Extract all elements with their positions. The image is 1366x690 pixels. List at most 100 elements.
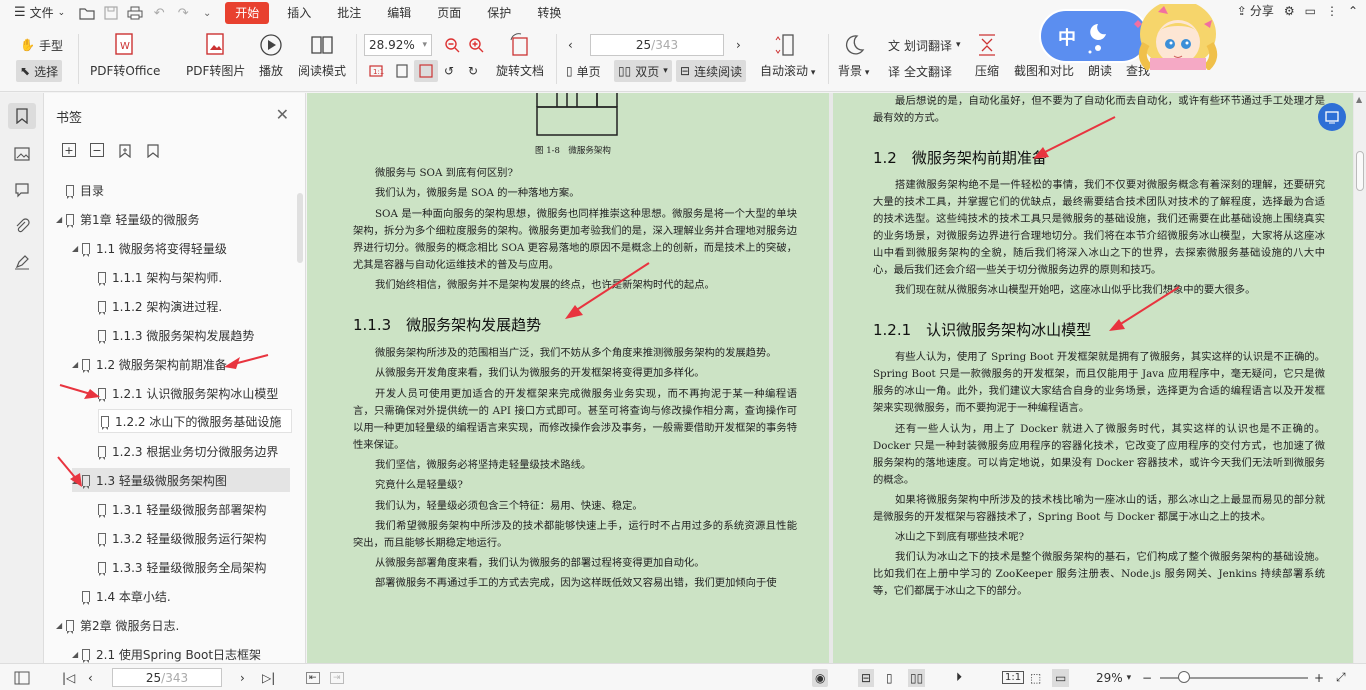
menu-tab-annotate[interactable]: 批注 bbox=[327, 2, 371, 24]
menu-tab-start[interactable]: 开始 bbox=[225, 2, 270, 24]
bookmark-item[interactable]: 1.1.1 架构与架构师. bbox=[88, 265, 294, 289]
menu-tab-page[interactable]: 页面 bbox=[427, 2, 471, 24]
scrollbar-thumb[interactable] bbox=[1356, 151, 1364, 191]
collapse-all-icon[interactable]: − bbox=[90, 143, 104, 157]
zoom-percent-select[interactable]: 29% ▾ bbox=[1096, 664, 1131, 690]
back-button[interactable]: ⇤ bbox=[306, 664, 320, 690]
bookmark-item[interactable]: 目录 bbox=[56, 178, 294, 202]
rotate-right-button[interactable]: ↻ bbox=[464, 60, 482, 82]
full-translate-button[interactable]: 译全文翻译 bbox=[884, 60, 956, 82]
play-button[interactable]: 播放 bbox=[258, 32, 284, 79]
first-page-button[interactable]: |◁ bbox=[62, 664, 75, 690]
rotate-left-button[interactable]: ↺ bbox=[440, 60, 458, 82]
collapse-triangle-icon[interactable]: ◢ bbox=[72, 244, 82, 253]
actual-size-status-button[interactable]: 1:1 bbox=[1002, 664, 1025, 690]
bookmark-panel-tab[interactable] bbox=[8, 103, 36, 129]
hand-tool-button[interactable]: ✋ 手型 bbox=[16, 34, 67, 56]
collapse-triangle-icon[interactable]: ◢ bbox=[72, 360, 82, 369]
thumbnail-panel-tab[interactable] bbox=[8, 141, 36, 167]
compress-button[interactable]: 压缩 bbox=[974, 32, 1000, 79]
floating-tool-button[interactable] bbox=[1318, 103, 1346, 131]
zoom-out-button[interactable]: − bbox=[1142, 664, 1152, 690]
vertical-scrollbar[interactable]: ▲ bbox=[1354, 93, 1366, 663]
read-mode-button[interactable]: 阅读模式 bbox=[298, 32, 346, 79]
next-page-button[interactable]: › bbox=[732, 34, 745, 56]
double-page-button[interactable]: ▯▯ 双页 ▾ bbox=[614, 60, 672, 82]
collapse-triangle-icon[interactable]: ◢ bbox=[72, 476, 82, 485]
bookmark-item[interactable]: 1.1.3 微服务架构发展趋势 bbox=[88, 323, 294, 347]
page-number-input[interactable]: 25/343 bbox=[590, 34, 724, 56]
print-icon[interactable] bbox=[123, 2, 147, 24]
collapse-ribbon-icon[interactable]: ⌃ bbox=[1348, 4, 1358, 18]
menu-tab-protect[interactable]: 保护 bbox=[477, 2, 521, 24]
fullscreen-button[interactable]: ⤢ bbox=[1336, 664, 1346, 690]
select-tool-button[interactable]: ⬉ 选择 bbox=[16, 60, 63, 82]
rotate-document-button[interactable]: 旋转文档 bbox=[496, 32, 544, 79]
single-page-button[interactable]: ▯ 单页 bbox=[562, 60, 605, 82]
bookmark-item[interactable]: ◢ 2.1 使用Spring Boot日志框架 bbox=[72, 642, 294, 663]
zoom-select[interactable]: 28.92% ▾ bbox=[364, 34, 432, 56]
menu-tab-insert[interactable]: 插入 bbox=[277, 2, 321, 24]
open-folder-icon[interactable] bbox=[75, 2, 99, 24]
zoom-out-button[interactable] bbox=[440, 34, 464, 56]
redo-icon[interactable]: ↷ bbox=[171, 2, 195, 24]
file-menu[interactable]: ☰ 文件 ⌄ bbox=[0, 2, 75, 24]
input-method-mascot-widget[interactable]: 中 bbox=[1038, 0, 1222, 72]
zoom-slider[interactable] bbox=[1160, 664, 1308, 690]
pdf-to-office-button[interactable]: W PDF转Office bbox=[90, 32, 160, 79]
single-mode-button[interactable]: ▯ bbox=[886, 664, 893, 690]
bookmark-item[interactable]: ◢ 1.2 微服务架构前期准备 bbox=[72, 352, 294, 376]
bookmark-item-selected[interactable]: ◢ 1.3 轻量级微服务架构图 bbox=[72, 468, 290, 492]
double-mode-button[interactable]: ▯▯ bbox=[908, 664, 926, 690]
more-vertical-icon[interactable]: ⋮ bbox=[1326, 4, 1338, 18]
actual-size-button[interactable]: 1:1 bbox=[364, 60, 388, 82]
bookmark-item-hovered[interactable]: 1.2.2 冰山下的微服务基础设施 bbox=[98, 409, 292, 433]
fit-width-button[interactable] bbox=[414, 60, 438, 82]
forward-button[interactable]: ⇥ bbox=[330, 664, 344, 690]
prev-page-button[interactable]: ‹ bbox=[564, 34, 577, 56]
background-button[interactable]: 背景 ▾ bbox=[838, 32, 869, 79]
eye-protection-button[interactable]: ◉ bbox=[812, 664, 829, 690]
last-page-button[interactable]: ▷| bbox=[262, 664, 275, 690]
more-chevron-icon[interactable]: ⌄ bbox=[195, 2, 219, 24]
chat-icon[interactable]: ▭ bbox=[1305, 4, 1316, 18]
signature-panel-tab[interactable] bbox=[8, 249, 36, 275]
zoom-slider-thumb[interactable] bbox=[1178, 670, 1190, 683]
collapse-triangle-icon[interactable]: ◢ bbox=[72, 650, 82, 659]
bookmark-item[interactable]: 1.3.3 轻量级微服务全局架构 bbox=[88, 555, 294, 579]
bookmark-item[interactable]: 1.2.3 根据业务切分微服务边界 bbox=[88, 439, 294, 463]
delete-bookmark-icon[interactable] bbox=[146, 143, 160, 162]
menu-tab-edit[interactable]: 编辑 bbox=[377, 2, 421, 24]
bookmark-item[interactable]: 1.3.2 轻量级微服务运行架构 bbox=[88, 526, 294, 550]
bookmark-item[interactable]: 1.1.2 架构演进过程. bbox=[88, 294, 294, 318]
undo-icon[interactable]: ↶ bbox=[147, 2, 171, 24]
attachment-panel-tab[interactable] bbox=[8, 213, 36, 239]
pdf-to-image-button[interactable]: PDF转图片 bbox=[186, 32, 245, 79]
bookmark-item[interactable]: 1.2.1 认识微服务架构冰山模型 bbox=[88, 381, 294, 405]
save-icon[interactable] bbox=[99, 2, 123, 24]
add-bookmark-icon[interactable] bbox=[118, 143, 132, 162]
toggle-sidebar-button[interactable] bbox=[14, 664, 30, 690]
comment-panel-tab[interactable] bbox=[8, 177, 36, 203]
auto-scroll-button[interactable]: 自动滚动 ▾ bbox=[760, 32, 815, 79]
collapse-triangle-icon[interactable]: ◢ bbox=[56, 215, 66, 224]
play-status-button[interactable]: ⏵ bbox=[956, 664, 962, 690]
bookmark-item[interactable]: 1.3.1 轻量级微服务部署架构 bbox=[88, 497, 294, 521]
bookmark-item[interactable]: ◢ 第2章 微服务日志. bbox=[56, 613, 294, 637]
panel-scrollbar[interactable] bbox=[297, 193, 303, 263]
close-icon[interactable]: ✕ bbox=[276, 105, 289, 124]
fit-width-status-button[interactable]: ▭ bbox=[1052, 664, 1070, 690]
prev-page-button[interactable]: ‹ bbox=[88, 664, 93, 690]
bookmark-item[interactable]: ◢ 第1章 轻量级的微服务 bbox=[56, 207, 294, 231]
continuous-mode-button[interactable]: ⊟ bbox=[858, 664, 875, 690]
zoom-in-button[interactable] bbox=[464, 34, 488, 56]
word-translate-button[interactable]: 文划词翻译 ▾ bbox=[884, 34, 965, 56]
menu-tab-convert[interactable]: 转换 bbox=[527, 2, 571, 24]
status-page-input[interactable]: 25/343 bbox=[112, 664, 222, 690]
bookmark-item[interactable]: ◢ 1.1 微服务将变得轻量级 bbox=[72, 236, 294, 260]
expand-all-icon[interactable]: + bbox=[62, 143, 76, 157]
collapse-triangle-icon[interactable]: ◢ bbox=[56, 621, 66, 630]
settings-gear-icon[interactable]: ⚙ bbox=[1284, 4, 1295, 18]
bookmark-item[interactable]: 1.4 本章小结. bbox=[72, 584, 294, 608]
continuous-read-button[interactable]: ⊟ 连续阅读 bbox=[676, 60, 747, 82]
